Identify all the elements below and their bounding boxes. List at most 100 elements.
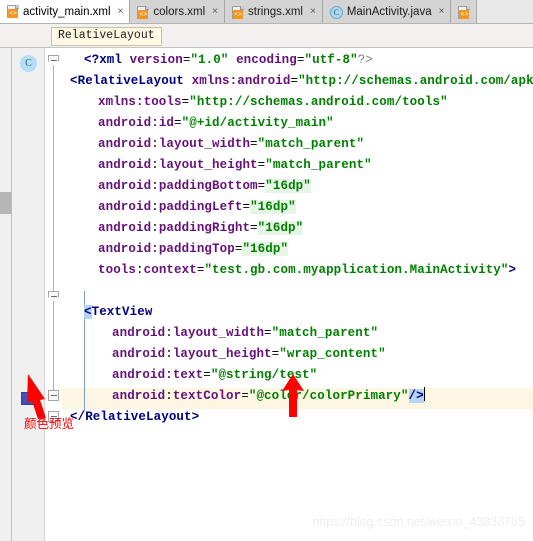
code-line: xmlns:tools="http://schemas.android.com/… <box>98 92 448 113</box>
token-ns-android: android <box>98 200 152 214</box>
tab-colors-xml[interactable]: <> colors.xml × <box>130 0 226 23</box>
code-line: android:layout_width="match_parent" <box>112 326 379 340</box>
token-val-16dp: "16dp" <box>242 242 289 256</box>
token-tag-relativelayout-open: <RelativeLayout <box>70 74 185 88</box>
code-line: android:id="@+id/activity_main" <box>98 116 334 130</box>
token-ns-android: android <box>112 368 166 382</box>
token-attr-xmlns-android: xmlns:android <box>191 74 291 88</box>
token-ns-android: android <box>98 242 152 256</box>
token-attr-layout-height: layout_height <box>172 347 272 361</box>
close-icon[interactable]: × <box>117 6 125 17</box>
token-ns-android: android <box>112 389 166 403</box>
token-val-textcolor: "@color/colorPrimary" <box>248 389 409 403</box>
token-val-version: "1.0" <box>190 53 229 67</box>
tab-strings-xml[interactable]: <> strings.xml × <box>225 0 323 23</box>
token-ns-android: android <box>98 158 152 172</box>
fold-handle-relativelayout[interactable] <box>48 55 59 66</box>
token-val-id: "@+id/activity_main" <box>181 116 334 130</box>
token-attr-text: text <box>172 368 204 382</box>
scrollbar-thumb[interactable] <box>0 192 11 214</box>
watermark-text: https://blog.csdn.net/weixin_43838785 <box>312 515 525 529</box>
code-line: </RelativeLayout> <box>70 407 199 428</box>
token-attr-encoding: encoding <box>236 53 297 67</box>
token-val-16dp: "16dp" <box>265 179 311 193</box>
fold-gutter[interactable] <box>46 48 62 541</box>
breadcrumb-bar: RelativeLayout <box>0 24 533 48</box>
token-textview-open-bracket: < <box>84 305 92 319</box>
code-line: android:paddingRight="16dp" <box>98 221 304 235</box>
token-attr-paddingright: paddingRight <box>158 221 251 235</box>
code-line: <TextView <box>84 302 152 323</box>
code-editor[interactable]: C <?xml version="1.0" encoding="utf-8"?>… <box>12 48 533 541</box>
token-pi-name: xml <box>99 53 123 67</box>
token-attr-paddingtop: paddingTop <box>158 242 235 256</box>
token-val-match-parent: "match_parent" <box>257 137 365 151</box>
token-attr-textcolor: textColor <box>172 389 242 403</box>
tab-mainactivity-java[interactable]: C MainActivity.java × <box>322 0 452 23</box>
code-text-area[interactable]: <?xml version="1.0" encoding="utf-8"?> <… <box>62 48 533 541</box>
tab-overflow-partial[interactable]: <> <box>451 0 478 23</box>
token-val-context: "test.gb.com.myapplication.MainActivity" <box>204 263 509 277</box>
close-icon[interactable]: × <box>309 7 317 17</box>
xml-file-icon: <> <box>137 5 150 19</box>
code-line: android:paddingTop="16dp" <box>98 242 289 256</box>
token-ns-android: android <box>112 347 166 361</box>
text-caret <box>423 387 425 401</box>
xml-file-icon: <> <box>7 5 19 18</box>
token-eq: = <box>264 326 272 340</box>
code-line: android:layout_height="match_parent" <box>98 158 372 172</box>
token-val-16dp: "16dp" <box>257 221 304 235</box>
token-val-encoding: "utf-8" <box>304 53 358 67</box>
token-ns-android: android <box>112 326 166 340</box>
token-eq: = <box>242 200 251 214</box>
token-pi-open: <? <box>84 53 100 67</box>
tab-label: MainActivity.java <box>346 6 432 18</box>
xml-file-icon: <> <box>458 5 471 19</box>
breadcrumb-relativelayout[interactable]: RelativeLayout <box>51 27 162 46</box>
code-line: android:layout_height="wrap_content" <box>112 347 386 361</box>
token-val-match-parent: "match_parent" <box>265 158 372 172</box>
token-eq: = <box>290 74 299 88</box>
code-line: <RelativeLayout xmlns:android="http://sc… <box>70 71 533 92</box>
close-icon[interactable]: × <box>211 7 219 17</box>
token-eq: = <box>241 389 249 403</box>
tab-label: colors.xml <box>153 6 206 18</box>
token-eq: = <box>296 53 305 67</box>
token-ns-android: android <box>98 116 152 130</box>
token-val-xmlns-android: "http://schemas.android.com/apk/res/and <box>298 74 533 88</box>
xml-file-icon: <> <box>232 5 245 19</box>
code-line: android:paddingLeft="16dp" <box>98 200 296 214</box>
code-line: <?xml version="1.0" encoding="utf-8"?> <box>84 50 373 71</box>
editor-gutter[interactable]: C <box>12 48 45 541</box>
left-scroll-strip[interactable] <box>0 48 12 541</box>
class-marker-icon[interactable]: C <box>20 55 37 72</box>
token-ns-tools: tools <box>98 263 137 277</box>
token-attr-version: version <box>129 53 183 67</box>
code-line: android:paddingBottom="16dp" <box>98 179 311 193</box>
token-eq: = <box>174 116 182 130</box>
token-textview-name: TextView <box>91 305 153 319</box>
tab-label: activity_main.xml <box>23 5 111 18</box>
token-attr-paddingbottom: paddingBottom <box>158 179 258 193</box>
token-eq: = <box>250 137 258 151</box>
token-attr-xmlns-tools: xmlns:tools <box>98 95 182 109</box>
android-studio-editor-window: <> activity_main.xml × <> colors.xml × <… <box>0 0 533 541</box>
annotation-arrow-color-reference <box>282 374 304 417</box>
token-ns-android: android <box>98 179 152 193</box>
java-class-icon: C <box>329 5 343 19</box>
annotation-color-preview-label: 颜色预览 <box>24 416 75 431</box>
close-icon[interactable]: × <box>438 7 446 17</box>
token-attr-paddingleft: paddingLeft <box>158 200 243 214</box>
code-line-current: android:textColor="@color/colorPrimary"/… <box>112 387 425 403</box>
token-eq: = <box>203 368 211 382</box>
token-val-xmlns-tools: "http://schemas.android.com/tools" <box>189 95 448 109</box>
token-attr-context: context <box>143 263 197 277</box>
fold-handle-textview[interactable] <box>48 291 59 302</box>
tab-activity-main-xml[interactable]: <> activity_main.xml × <box>0 0 131 23</box>
token-pi-close: ?> <box>357 53 373 67</box>
token-eq: = <box>250 221 258 235</box>
token-ns-android: android <box>98 221 152 235</box>
code-line: tools:context="test.gb.com.myapplication… <box>98 263 517 277</box>
token-val-match-parent: "match_parent" <box>271 326 379 340</box>
token-attr-id: id <box>158 116 175 130</box>
